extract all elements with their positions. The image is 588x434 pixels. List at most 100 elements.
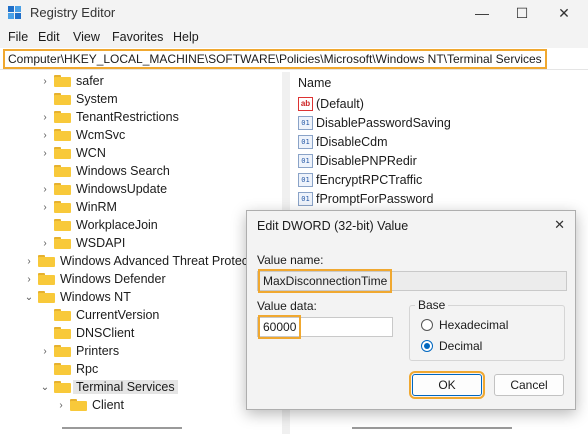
edit-dword-dialog: Edit DWORD (32-bit) Value ✕ Value name: …: [246, 210, 576, 410]
tree-item-label: WinRM: [76, 200, 117, 214]
list-horizontal-scrollbar[interactable]: [352, 427, 512, 429]
tree-horizontal-scrollbar[interactable]: [62, 427, 182, 429]
binary-value-icon: 01: [298, 116, 313, 130]
hexadecimal-label: Hexadecimal: [439, 318, 509, 332]
chevron-right-icon[interactable]: ›: [24, 256, 34, 267]
chevron-right-icon[interactable]: ›: [56, 400, 66, 411]
binary-value-icon: 01: [298, 135, 313, 149]
tree-item-windowsupdate[interactable]: › WindowsUpdate: [40, 180, 167, 198]
value-data-field[interactable]: 60000: [257, 315, 393, 339]
folder-icon: [38, 273, 55, 285]
value-data-label: Value data:: [257, 299, 317, 313]
value-name-field[interactable]: MaxDisconnectionTime: [257, 269, 567, 293]
tree-item-client[interactable]: › Client: [56, 396, 124, 414]
tree-item-windows-defender[interactable]: › Windows Defender: [24, 270, 165, 288]
close-button[interactable]: ✕: [552, 3, 576, 23]
tree-item-windows-nt[interactable]: ⌄ Windows NT: [24, 288, 131, 306]
tree-item-workplacejoin[interactable]: WorkplaceJoin: [40, 216, 158, 234]
address-bar[interactable]: Computer\HKEY_LOCAL_MACHINE\SOFTWARE\Pol…: [0, 48, 588, 70]
menu-favorites[interactable]: Favorites: [112, 30, 163, 44]
tree-item-label: WcmSvc: [76, 128, 126, 142]
folder-open-icon: [38, 291, 55, 303]
value-name: DisablePasswordSaving: [316, 116, 451, 130]
folder-icon: [54, 327, 71, 339]
tree-item-safer[interactable]: › safer: [40, 72, 104, 90]
folder-icon: [70, 399, 87, 411]
tree-item-windows-search[interactable]: Windows Search: [40, 162, 170, 180]
tree-item-label: safer: [76, 74, 104, 88]
name-column-header[interactable]: Name: [298, 76, 331, 90]
chevron-down-icon[interactable]: ⌄: [40, 382, 50, 393]
chevron-right-icon[interactable]: ›: [40, 112, 50, 123]
hexadecimal-radio[interactable]: Hexadecimal: [421, 318, 508, 332]
tree-item-label: Windows Advanced Threat Protection: [60, 254, 269, 268]
tree-item-dnsclient[interactable]: DNSClient: [40, 324, 134, 342]
value-row[interactable]: 01 DisablePasswordSaving: [298, 114, 451, 132]
menu-help[interactable]: Help: [173, 30, 199, 44]
tree-item-label: WCN: [76, 146, 106, 160]
value-row[interactable]: 01 fEncryptRPCTraffic: [298, 171, 422, 189]
title-bar: Registry Editor — ☐ ✕: [0, 0, 588, 26]
tree-item-label: Terminal Services: [73, 380, 178, 394]
folder-icon: [54, 309, 71, 321]
tree-item-wcmsvc[interactable]: › WcmSvc: [40, 126, 125, 144]
folder-icon: [38, 255, 55, 267]
tree-item-tenantrestrictions[interactable]: › TenantRestrictions: [40, 108, 179, 126]
chevron-right-icon[interactable]: ›: [40, 202, 50, 213]
chevron-right-icon[interactable]: ›: [40, 346, 50, 357]
chevron-down-icon[interactable]: ⌄: [24, 292, 34, 303]
chevron-right-icon[interactable]: ›: [40, 76, 50, 87]
tree-item-wsdapi[interactable]: › WSDAPI: [40, 234, 125, 252]
tree-item-system[interactable]: System: [40, 90, 118, 108]
value-row[interactable]: 01 fDisableCdm: [298, 133, 388, 151]
tree-item-rpc[interactable]: Rpc: [40, 360, 98, 378]
minimize-button[interactable]: —: [470, 3, 494, 23]
tree-item-wcn[interactable]: › WCN: [40, 144, 106, 162]
value-row[interactable]: ab (Default): [298, 95, 364, 113]
window-title: Registry Editor: [30, 5, 116, 20]
folder-icon: [54, 75, 71, 87]
tree-item-label: WorkplaceJoin: [76, 218, 158, 232]
chevron-right-icon[interactable]: ›: [40, 130, 50, 141]
tree-item-label: System: [76, 92, 118, 106]
registry-editor-icon: [8, 6, 22, 20]
value-data-text: 60000: [257, 315, 302, 339]
value-name: fPromptForPassword: [316, 192, 434, 206]
folder-open-icon: [54, 381, 71, 393]
maximize-button[interactable]: ☐: [510, 3, 534, 23]
tree-item-windows-advanced-threat-protection[interactable]: › Windows Advanced Threat Protection: [24, 252, 268, 270]
tree-item-label: CurrentVersion: [76, 308, 160, 322]
tree-item-currentversion[interactable]: CurrentVersion: [40, 306, 159, 324]
string-value-icon: ab: [298, 97, 313, 111]
chevron-right-icon[interactable]: ›: [40, 184, 50, 195]
tree-item-label: DNSClient: [76, 326, 135, 340]
value-row[interactable]: 01 fDisablePNPRedir: [298, 152, 417, 170]
menu-view[interactable]: View: [73, 30, 100, 44]
tree-item-label: TenantRestrictions: [76, 110, 179, 124]
decimal-radio[interactable]: Decimal: [421, 339, 482, 353]
address-path[interactable]: Computer\HKEY_LOCAL_MACHINE\SOFTWARE\Pol…: [3, 49, 547, 69]
folder-icon: [54, 165, 71, 177]
binary-value-icon: 01: [298, 192, 313, 206]
menu-file[interactable]: File: [8, 30, 28, 44]
folder-icon: [54, 111, 71, 123]
tree-item-label: Windows NT: [60, 290, 131, 304]
cancel-button[interactable]: Cancel: [494, 374, 564, 396]
chevron-right-icon[interactable]: ›: [24, 274, 34, 285]
folder-icon: [54, 129, 71, 141]
tree-item-printers[interactable]: › Printers: [40, 342, 119, 360]
tree-item-label: WindowsUpdate: [76, 182, 168, 196]
folder-icon: [54, 183, 71, 195]
tree-item-label: WSDAPI: [76, 236, 126, 250]
dialog-close-button[interactable]: ✕: [554, 217, 565, 233]
value-name: (Default): [316, 97, 364, 111]
ok-button[interactable]: OK: [409, 371, 485, 399]
tree-item-winrm[interactable]: › WinRM: [40, 198, 117, 216]
key-tree[interactable]: › safer System › TenantRestrictions › Wc…: [0, 72, 282, 434]
chevron-right-icon[interactable]: ›: [40, 148, 50, 159]
chevron-right-icon[interactable]: ›: [40, 238, 50, 249]
binary-value-icon: 01: [298, 154, 313, 168]
tree-item-terminal-services[interactable]: ⌄ Terminal Services: [40, 378, 178, 396]
menu-edit[interactable]: Edit: [38, 30, 60, 44]
value-row[interactable]: 01 fPromptForPassword: [298, 190, 433, 208]
